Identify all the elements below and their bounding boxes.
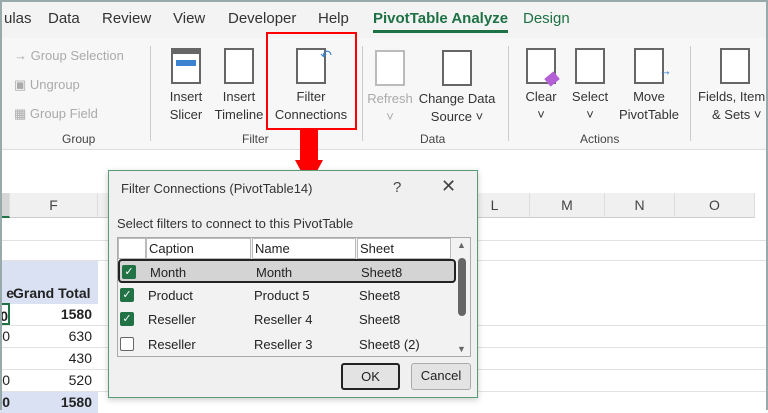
checkbox[interactable]: ✓ — [120, 287, 134, 302]
name: Month — [256, 265, 293, 280]
sheet: Sheet8 — [359, 312, 401, 327]
tab-developer[interactable]: Developer — [228, 10, 296, 27]
sheet: Sheet8 (2) — [359, 336, 420, 352]
actions-group-label: Actions — [580, 132, 620, 146]
insert-slicer-button[interactable]: Insert Slicer — [160, 48, 212, 124]
filter-row[interactable]: ✓ Reseller Reseller 4 Sheet8 — [118, 308, 456, 332]
column-header-o[interactable]: O — [675, 193, 755, 218]
refresh-button[interactable]: Refresh ˅ — [366, 50, 414, 126]
tab-pivottable-analyze[interactable]: PivotTable Analyze — [373, 10, 509, 33]
scroll-up-icon[interactable]: ▲ — [457, 240, 466, 250]
dialog-instruction: Select filters to connect to this PivotT… — [117, 216, 354, 231]
red-arrow — [300, 128, 318, 162]
filter-row[interactable]: ✓ Month Month Sheet8 — [118, 259, 456, 283]
divider — [150, 46, 151, 141]
grand-total-header[interactable]: Grand Total — [10, 282, 98, 304]
scrollbar[interactable]: ▲ ▼ — [454, 238, 470, 356]
cell-value[interactable]: 630 — [10, 325, 98, 347]
name: Product 5 — [254, 287, 310, 303]
sheet: Sheet8 — [361, 265, 403, 280]
ungroup-button[interactable]: ▣ Ungroup — [14, 77, 80, 93]
column-header-name[interactable]: Name — [252, 238, 356, 259]
scrollbar-thumb[interactable] — [458, 258, 466, 316]
cell-value[interactable]: 520 — [10, 369, 98, 391]
filter-row[interactable]: Reseller Reseller 3 Sheet8 (2) — [118, 333, 456, 357]
name: Reseller 4 — [254, 312, 313, 327]
scroll-down-icon[interactable]: ▼ — [457, 344, 466, 354]
filters-list: Caption Name Sheet ✓ Month Month Sheet8 ✓… — [117, 237, 471, 357]
caption: Reseller — [148, 336, 196, 352]
ribbon: → Group Selection ▣ Ungroup ▦ Group Fiel… — [0, 38, 768, 150]
caption: Reseller — [148, 312, 196, 327]
column-header-m[interactable]: M — [530, 193, 605, 218]
close-button[interactable]: ✕ — [441, 176, 456, 197]
group-field-button[interactable]: ▦ Group Field — [14, 106, 98, 122]
cancel-button[interactable]: Cancel — [411, 363, 471, 390]
name: Reseller 3 — [254, 336, 313, 352]
filter-group-label: Filter — [242, 132, 269, 146]
tab-help[interactable]: Help — [318, 10, 349, 27]
filter-connections-dialog: Filter Connections (PivotTable14) ? ✕ Se… — [108, 170, 478, 398]
calendar-icon: ▦ — [14, 106, 30, 121]
cell-fragment[interactable]: 0 — [0, 325, 10, 347]
tab-formulas[interactable]: ulas — [4, 10, 32, 27]
data-source-icon — [442, 50, 472, 86]
cell-value[interactable]: 430 — [10, 347, 98, 369]
ungroup-icon: ▣ — [14, 77, 30, 92]
divider — [690, 46, 691, 141]
column-header-f[interactable]: F — [10, 193, 98, 218]
fields-items-sets-button[interactable]: Fields, Item & Sets ˅ — [698, 48, 768, 124]
group-selection-button[interactable]: → Group Selection — [14, 48, 124, 63]
checkbox[interactable] — [120, 336, 134, 351]
caption: Month — [150, 265, 187, 280]
checkbox[interactable]: ✓ — [120, 312, 134, 326]
select-cursor-icon — [575, 48, 605, 84]
refresh-icon — [375, 50, 405, 86]
ribbon-tabs: ulas Data Review View Developer Help Piv… — [0, 0, 768, 38]
column-header-caption[interactable]: Caption — [146, 238, 251, 259]
data-group-label: Data — [420, 132, 446, 146]
dialog-title: Filter Connections (PivotTable14) — [121, 181, 313, 196]
tab-view[interactable]: View — [173, 10, 205, 27]
change-data-source-button[interactable]: Change Data Source ˅ — [414, 50, 500, 126]
sheet: Sheet8 — [359, 287, 401, 303]
highlight-box — [266, 32, 357, 130]
active-cell[interactable]: 0 — [0, 303, 10, 325]
column-header-n[interactable]: N — [605, 193, 675, 218]
select-button[interactable]: Select ˅ — [566, 48, 614, 124]
cell-value[interactable]: 1580 — [10, 303, 98, 325]
tab-design[interactable]: Design — [523, 10, 570, 27]
move-pivottable-button[interactable]: → Move PivotTable — [614, 48, 684, 124]
column-header-checkbox[interactable] — [118, 238, 146, 259]
clear-button[interactable]: Clear ˅ — [518, 48, 564, 124]
eraser-icon — [526, 48, 560, 87]
slicer-icon — [171, 48, 201, 84]
cell-fragment[interactable]: 0 — [0, 369, 10, 391]
timeline-icon — [224, 48, 254, 84]
move-arrow-icon: → — [634, 48, 672, 84]
tab-review[interactable]: Review — [102, 10, 151, 27]
fx-icon — [720, 48, 750, 84]
insert-timeline-button[interactable]: Insert Timeline — [210, 48, 268, 124]
group-label: Group — [62, 132, 96, 146]
checkbox[interactable]: ✓ — [122, 265, 136, 279]
filter-row[interactable]: ✓ Product Product 5 Sheet8 — [118, 284, 456, 308]
column-header-e[interactable] — [0, 193, 10, 218]
caption: Product — [148, 287, 193, 303]
divider — [362, 46, 363, 141]
help-button[interactable]: ? — [393, 179, 401, 196]
column-header-sheet[interactable]: Sheet — [357, 238, 451, 259]
ok-button[interactable]: OK — [341, 363, 400, 390]
divider — [508, 46, 509, 141]
tab-data[interactable]: Data — [48, 10, 80, 27]
